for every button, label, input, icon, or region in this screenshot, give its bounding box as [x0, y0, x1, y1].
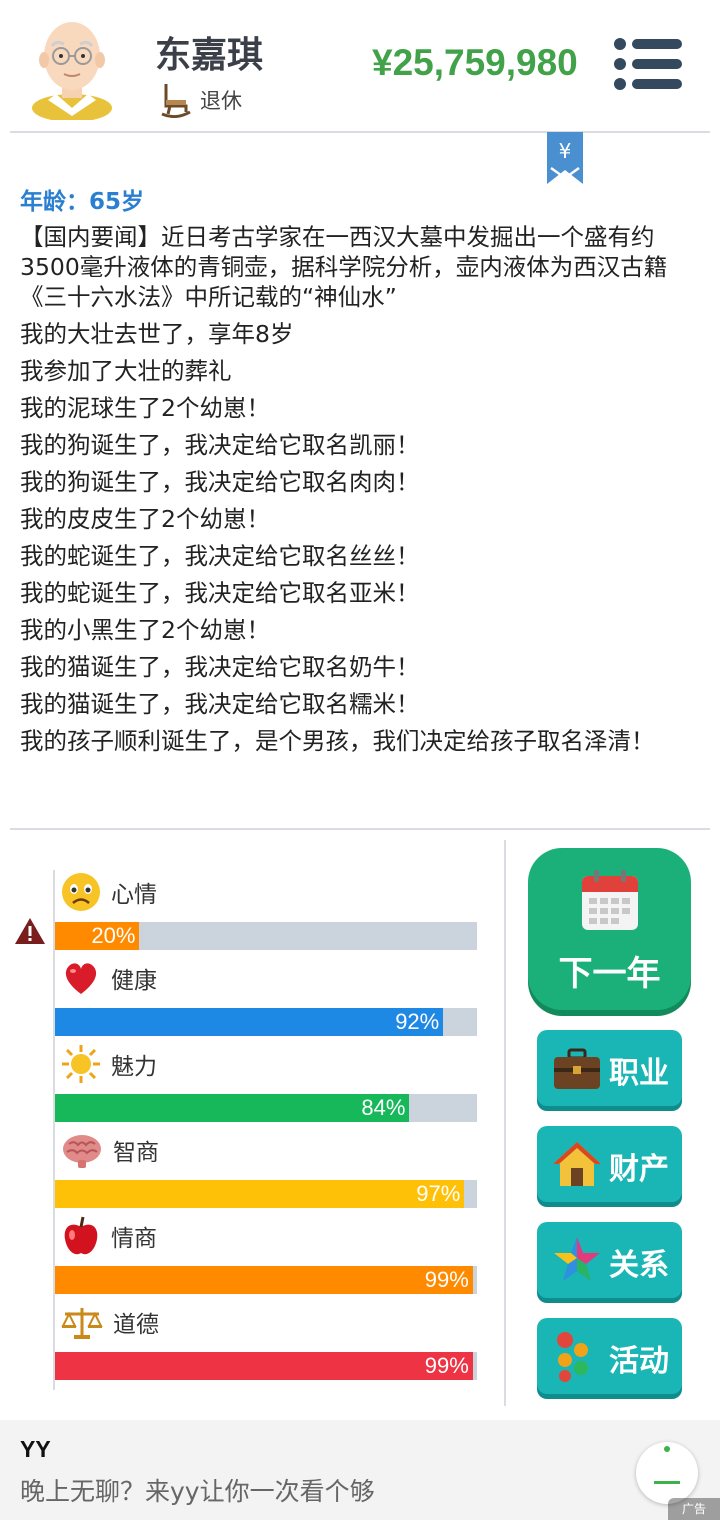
log-entry: 我的小黑生了2个幼崽！ — [20, 616, 270, 644]
stat-mood: 心情 20% — [55, 870, 477, 960]
header-divider — [10, 131, 710, 133]
next-year-label: 下一年 — [558, 954, 661, 994]
property-label: 财产 — [609, 1152, 669, 1187]
percent-label: 84% — [361, 1095, 406, 1120]
briefcase-icon — [554, 1048, 600, 1089]
activities-button[interactable]: 活动 — [537, 1318, 682, 1394]
log-entry: 我的狗诞生了，我决定给它取名凯丽！ — [20, 431, 420, 459]
status-row: 退休 — [160, 82, 242, 118]
brain-icon — [63, 1135, 101, 1168]
relations-button[interactable]: 关系 — [537, 1222, 682, 1298]
character-name: 东嘉琪 — [155, 35, 264, 76]
percent-label: 20% — [91, 923, 136, 948]
ad-tag: 广告 — [668, 1498, 720, 1520]
ad-action-button[interactable] — [636, 1442, 698, 1504]
career-button[interactable]: 职业 — [537, 1030, 682, 1106]
sad-face-icon — [62, 873, 100, 911]
stat-label: 智商 — [113, 1140, 159, 1166]
sun-icon — [62, 1045, 100, 1083]
stat-label: 魅力 — [111, 1054, 157, 1080]
stat-iq: 智商 97% — [55, 1128, 477, 1218]
rocking-chair-icon — [161, 84, 191, 118]
log-entry: 我的蛇诞生了，我决定给它取名丝丝！ — [20, 542, 420, 570]
activities-label: 活动 — [609, 1344, 669, 1379]
avatar[interactable] — [26, 16, 118, 120]
status-label: 退休 — [200, 89, 242, 113]
ad-dot-icon — [664, 1446, 670, 1452]
stat-label: 情商 — [111, 1226, 157, 1252]
ad-text: 晚上无聊？来yy让你一次看个够 — [20, 1477, 375, 1506]
stat-label: 健康 — [111, 968, 157, 994]
activity-dots-icon — [557, 1332, 588, 1382]
ad-title: YY — [20, 1436, 51, 1462]
ad-dash-icon — [654, 1481, 680, 1484]
panel-divider — [504, 840, 506, 1406]
percent-label: 92% — [395, 1009, 440, 1034]
progress-bar: 97% — [55, 1180, 477, 1208]
log-entry: 我参加了大壮的葬礼 — [20, 357, 232, 385]
progress-fill: 99% — [55, 1352, 473, 1380]
progress-bar: 20% — [55, 922, 477, 950]
log-divider — [10, 828, 710, 830]
log-entry: 【国内要闻】近日考古学家在一西汉大墓中发掘出一个盛有约3500毫升液体的青铜壶，… — [20, 223, 668, 311]
stat-health: 健康 92% — [55, 956, 477, 1046]
percent-label: 99% — [424, 1267, 469, 1292]
log-entry: 我的蛇诞生了，我决定给它取名亚米！ — [20, 579, 420, 607]
event-log[interactable]: 年龄：65岁 【国内要闻】近日考古学家在一西汉大墓中发掘出一个盛有约3500毫升… — [20, 186, 700, 763]
stats-panel: 心情 20% 健康 92% 魅力 84% 智商 97% 情商 99% 道德 99… — [0, 840, 500, 1400]
next-year-button[interactable]: 下一年 — [528, 848, 691, 1010]
log-entry: 我的皮皮生了2个幼崽！ — [20, 505, 270, 533]
scales-icon — [61, 1308, 103, 1339]
log-entry: 我的狗诞生了，我决定给它取名肉肉！ — [20, 468, 420, 496]
money-balance: ¥25,759,980 — [372, 42, 578, 83]
calendar-icon — [582, 870, 638, 930]
ad-banner[interactable]: YY 晚上无聊？来yy让你一次看个够 广告 — [0, 1420, 720, 1520]
career-label: 职业 — [609, 1056, 669, 1091]
yuan-bookmark-icon[interactable]: ¥ — [547, 132, 583, 184]
age-label: 年龄：65岁 — [20, 189, 145, 215]
log-list: 【国内要闻】近日考古学家在一西汉大墓中发掘出一个盛有约3500毫升液体的青铜壶，… — [20, 222, 700, 756]
log-entry: 我的猫诞生了，我决定给它取名奶牛！ — [20, 653, 420, 681]
log-entry: 我的猫诞生了，我决定给它取名糯米！ — [20, 690, 420, 718]
percent-label: 99% — [424, 1353, 469, 1378]
progress-fill: 97% — [55, 1180, 465, 1208]
stat-label: 心情 — [111, 882, 157, 908]
stat-charm: 魅力 84% — [55, 1042, 477, 1132]
progress-bar: 92% — [55, 1008, 477, 1036]
bookmark-symbol: ¥ — [559, 139, 572, 163]
progress-fill: 99% — [55, 1266, 473, 1294]
menu-icon[interactable] — [612, 36, 684, 92]
relations-label: 关系 — [609, 1248, 669, 1283]
progress-bar: 99% — [55, 1352, 477, 1380]
progress-bar: 99% — [55, 1266, 477, 1294]
progress-fill: 20% — [55, 922, 140, 950]
stat-morality: 道德 99% — [55, 1300, 477, 1390]
progress-bar: 84% — [55, 1094, 477, 1122]
log-entry: 我的大壮去世了，享年8岁 — [20, 320, 294, 348]
stat-eq: 情商 99% — [55, 1214, 477, 1304]
percent-label: 97% — [416, 1181, 461, 1206]
progress-fill: 92% — [55, 1008, 444, 1036]
star-icon — [554, 1237, 600, 1281]
progress-fill: 84% — [55, 1094, 410, 1122]
log-entry: 我的孩子顺利诞生了，是个男孩，我们决定给孩子取名泽清！ — [20, 727, 655, 755]
heart-icon — [65, 963, 97, 994]
stat-label: 道德 — [113, 1312, 159, 1338]
warning-icon — [15, 918, 45, 944]
apple-icon — [64, 1216, 98, 1255]
header: 东嘉琪 退休 ¥25,759,980 — [0, 0, 720, 132]
house-icon — [553, 1142, 601, 1186]
property-button[interactable]: 财产 — [537, 1126, 682, 1202]
log-entry: 我的泥球生了2个幼崽！ — [20, 394, 270, 422]
